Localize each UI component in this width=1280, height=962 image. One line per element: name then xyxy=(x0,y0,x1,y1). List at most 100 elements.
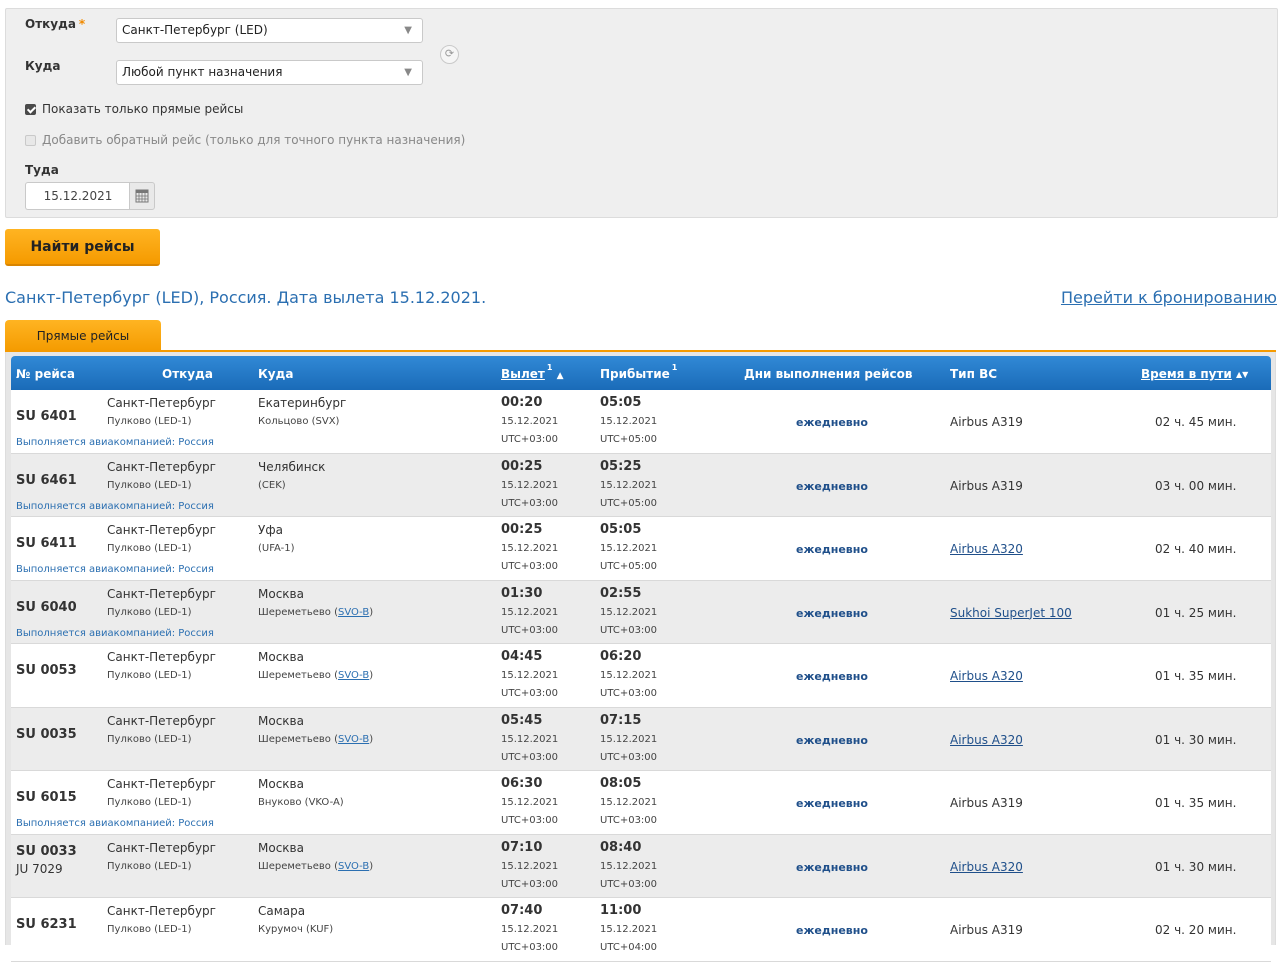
booking-link[interactable]: Перейти к бронированию xyxy=(1061,288,1277,307)
arrival-timezone: UTC+03:00 xyxy=(600,878,658,890)
operated-by: Выполняется авиакомпанией: Россия xyxy=(16,500,214,512)
to-airport-cell: Шереметьево (SVO-B) xyxy=(258,670,374,681)
from-airport: Пулково (LED-1) xyxy=(107,416,192,427)
departure-date: 15.12.2021 xyxy=(501,416,559,427)
direct-only-label: Показать только прямые рейсы xyxy=(42,102,244,116)
from-airport: Пулково (LED-1) xyxy=(107,733,192,745)
direct-only-option[interactable]: Показать только прямые рейсы xyxy=(25,102,243,116)
departure-date: 15.12.2021 xyxy=(501,479,559,491)
results-title: Санкт-Петербург (LED), Россия. Дата выле… xyxy=(5,288,487,307)
to-airport: Шереметьево ( xyxy=(258,860,339,872)
from-select-value: Санкт-Петербург (LED) xyxy=(122,23,268,37)
arrival-date: 15.12.2021 xyxy=(600,860,658,872)
departure-time: 00:25 xyxy=(501,522,543,537)
header-duration[interactable]: Время в пути ▲▼ xyxy=(1141,356,1249,390)
from-city: Санкт-Петербург xyxy=(107,904,216,918)
travel-time: 01 ч. 25 мин. xyxy=(1155,605,1237,620)
to-city: Москва xyxy=(258,777,304,791)
to-airport-cell: Шереметьево (SVO-B) xyxy=(258,733,374,745)
to-city: Москва xyxy=(258,586,304,601)
return-option: Добавить обратный рейс (только для точно… xyxy=(25,133,465,147)
from-airport: Пулково (LED-1) xyxy=(107,543,192,554)
aircraft-type: Airbus A319 xyxy=(950,478,1023,493)
to-airport-cell: Внуково (VKO-A) xyxy=(258,797,344,808)
header-departure[interactable]: Вылет 1 ▲ xyxy=(501,356,564,390)
arrival-timezone: UTC+03:00 xyxy=(600,688,658,699)
from-airport: Пулково (LED-1) xyxy=(107,670,192,681)
to-airport-link[interactable]: SVO-B xyxy=(338,861,369,872)
table-row: SU 6461 Выполняется авиакомпанией: Россия… xyxy=(11,453,1271,517)
swap-icon[interactable]: ⟳ xyxy=(440,45,459,64)
departure-time: 05:45 xyxy=(501,712,543,728)
to-select[interactable]: Любой пункт назначения ▼ xyxy=(116,60,423,85)
from-airport: Пулково (LED-1) xyxy=(107,797,192,808)
flight-number: SU 6231 xyxy=(16,917,77,932)
travel-time: 01 ч. 30 мин. xyxy=(1155,732,1237,747)
to-airport: (UFA-1) xyxy=(258,543,295,554)
from-select[interactable]: Санкт-Петербург (LED) ▼ xyxy=(116,18,423,43)
table-row: SU 0033 JU 7029 Санкт-Петербург Пулково (LE… xyxy=(11,834,1271,898)
return-label: Добавить обратный рейс (только для точно… xyxy=(42,133,466,147)
arrival-date: 15.12.2021 xyxy=(600,416,658,427)
to-city: Самара xyxy=(258,904,306,918)
to-airport-link[interactable]: SVO-B xyxy=(338,607,369,618)
to-airport-cell: Шереметьево (SVO-B) xyxy=(258,860,374,872)
aircraft-type[interactable]: Airbus A320 xyxy=(950,542,1023,556)
flight-number: SU 0053 xyxy=(16,663,77,678)
to-airport: Кольцово (SVX) xyxy=(258,416,340,427)
to-city: Челябинск xyxy=(258,459,326,474)
tab-underline xyxy=(5,350,1276,352)
date-input[interactable]: 15.12.2021 xyxy=(25,182,130,210)
header-departure-label: Вылет xyxy=(501,367,545,381)
sort-icon: ▲▼ xyxy=(1236,369,1249,379)
departure-timezone: UTC+03:00 xyxy=(501,688,559,699)
header-duration-label: Время в пути xyxy=(1141,367,1232,381)
departure-timezone: UTC+03:00 xyxy=(501,751,559,763)
flight-number: SU 0033 xyxy=(16,843,77,859)
departure-timezone: UTC+03:00 xyxy=(501,815,559,826)
departure-time: 07:10 xyxy=(501,839,543,855)
aircraft-type[interactable]: Sukhoi SuperJet 100 xyxy=(950,606,1072,620)
from-airport: Пулково (LED-1) xyxy=(107,924,192,935)
arrival-time: 06:20 xyxy=(600,649,642,664)
from-city: Санкт-Петербург xyxy=(107,650,216,664)
to-airport-link[interactable]: SVO-B xyxy=(338,670,369,681)
direct-only-checkbox[interactable] xyxy=(25,103,36,115)
table-row: SU 0053 Санкт-Петербург Пулково (LED-1) Мос… xyxy=(11,644,1271,708)
calendar-button[interactable] xyxy=(129,182,155,210)
to-airport-cell: Кольцово (SVX) xyxy=(258,416,339,427)
departure-time: 06:30 xyxy=(501,776,543,791)
departure-timezone: UTC+03:00 xyxy=(501,561,559,572)
arrival-time: 08:05 xyxy=(600,776,642,791)
departure-timezone: UTC+03:00 xyxy=(501,497,559,509)
operating-days: ежедневно xyxy=(796,924,868,937)
aircraft-type[interactable]: Airbus A320 xyxy=(950,669,1023,683)
from-city: Санкт-Петербург xyxy=(107,713,216,728)
arrival-time: 05:05 xyxy=(600,395,642,410)
arrival-timezone: UTC+03:00 xyxy=(600,624,658,636)
aircraft-type: Airbus A319 xyxy=(950,415,1023,429)
to-airport-cell: Шереметьево (SVO-B) xyxy=(258,606,374,618)
travel-time: 01 ч. 35 мин. xyxy=(1155,669,1237,683)
arrival-date: 15.12.2021 xyxy=(600,797,658,808)
aircraft-type[interactable]: Airbus A320 xyxy=(950,733,1023,747)
to-airport: Шереметьево ( xyxy=(258,733,339,745)
to-select-value: Любой пункт назначения xyxy=(122,65,283,79)
header-to: Куда xyxy=(258,367,294,381)
tab-direct-flights[interactable]: Прямые рейсы xyxy=(5,320,161,351)
operating-days: ежедневно xyxy=(796,797,868,810)
to-airport: Шереметьево ( xyxy=(258,670,339,681)
departure-date: 15.12.2021 xyxy=(501,543,559,554)
to-airport-link[interactable]: SVO-B xyxy=(338,734,369,745)
table-row: SU 6411 Выполняется авиакомпанией: Россия… xyxy=(11,517,1271,581)
departure-timezone: UTC+03:00 xyxy=(501,878,559,890)
header-aircraft: Тип ВС xyxy=(950,367,998,381)
header-arrival-label: Прибытие xyxy=(600,367,670,381)
flight-number: SU 6015 xyxy=(16,790,77,805)
aircraft-type[interactable]: Airbus A320 xyxy=(950,860,1023,874)
find-flights-button[interactable]: Найти рейсы xyxy=(5,229,160,266)
travel-time: 02 ч. 40 мин. xyxy=(1155,542,1237,556)
arrival-date: 15.12.2021 xyxy=(600,543,658,554)
to-airport-cell: (UFA-1) xyxy=(258,543,295,554)
departure-date: 15.12.2021 xyxy=(501,860,559,872)
